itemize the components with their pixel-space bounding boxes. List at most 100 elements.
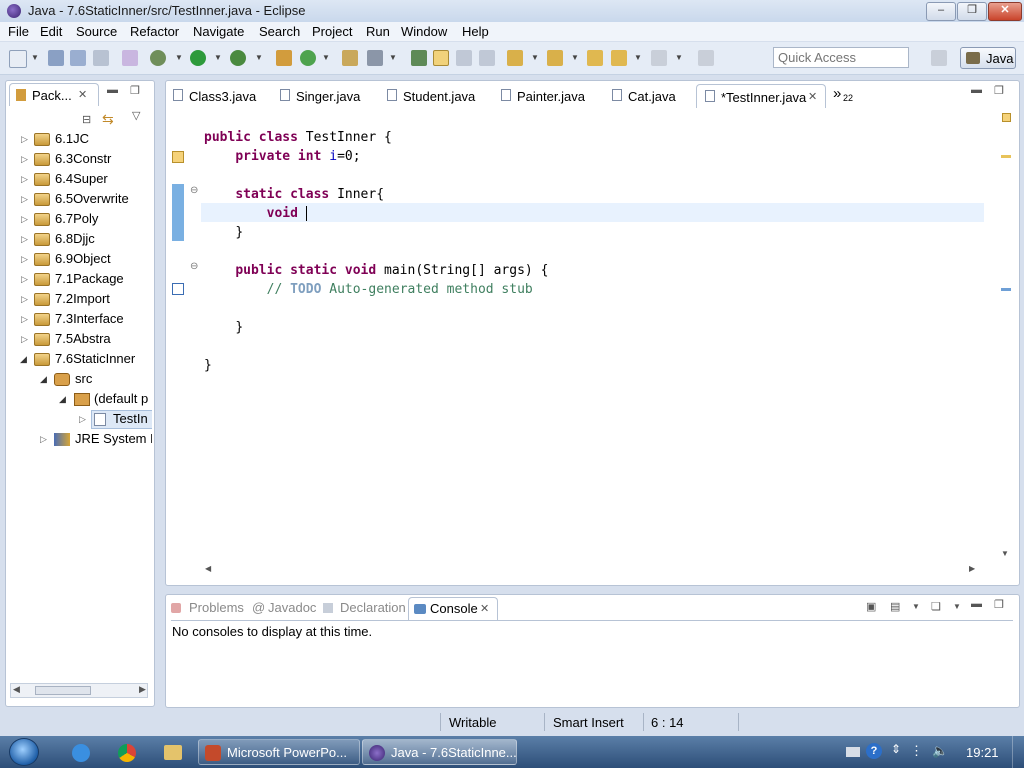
new-dropdown-icon[interactable]: ▼ bbox=[31, 53, 39, 62]
menu-search[interactable]: Search bbox=[259, 24, 300, 39]
open-type-icon[interactable] bbox=[342, 50, 358, 66]
collapse-arrow-icon[interactable]: ◢ bbox=[59, 394, 66, 405]
toggle-highlight-icon[interactable] bbox=[433, 50, 449, 66]
scroll-left-icon[interactable]: ◀ bbox=[205, 564, 211, 573]
taskbar-powerpoint-button[interactable]: Microsoft PowerPo... bbox=[198, 739, 360, 765]
tree-item-6-9object[interactable]: ▷ 6.9Object bbox=[6, 250, 152, 270]
close-icon[interactable]: ✕ bbox=[78, 88, 87, 101]
tray-arrows-icon[interactable]: ⇕ bbox=[891, 742, 901, 756]
start-button[interactable] bbox=[9, 738, 39, 766]
external-tools-icon[interactable] bbox=[230, 50, 246, 66]
warning-icon[interactable] bbox=[172, 151, 184, 163]
editor-horizontal-scrollbar[interactable]: ◀ ▶ bbox=[201, 564, 979, 577]
scroll-right-icon[interactable]: ▶ bbox=[139, 684, 146, 695]
open-console-dropdown-icon[interactable]: ▼ bbox=[912, 602, 920, 611]
block-selection-icon[interactable] bbox=[456, 50, 472, 66]
warning-summary-icon[interactable] bbox=[1002, 113, 1011, 122]
menu-run[interactable]: Run bbox=[366, 24, 390, 39]
maximize-view-icon[interactable]: ❐ bbox=[130, 84, 140, 97]
menu-file[interactable]: File bbox=[8, 24, 29, 39]
internet-explorer-icon[interactable] bbox=[72, 744, 90, 762]
minimize-button[interactable]: – bbox=[926, 2, 956, 21]
expand-arrow-icon[interactable]: ▷ bbox=[21, 254, 28, 265]
next-annotation-dropdown-icon[interactable]: ▼ bbox=[531, 53, 539, 62]
new-console-icon[interactable]: ❏ bbox=[931, 600, 941, 613]
scrollbar-thumb[interactable] bbox=[35, 686, 91, 695]
fold-icon[interactable]: ⊖ bbox=[190, 185, 198, 196]
open-perspective-icon[interactable] bbox=[931, 50, 947, 66]
expand-arrow-icon[interactable]: ▷ bbox=[21, 234, 28, 245]
package-explorer-tab[interactable]: Pack... ✕ bbox=[9, 83, 99, 106]
help-icon[interactable]: ? bbox=[866, 743, 882, 759]
tree-item-testinner-java[interactable]: ▷ TestIn bbox=[6, 410, 152, 430]
minimize-editor-icon[interactable]: ▬ bbox=[971, 84, 982, 96]
view-menu-icon[interactable]: ▽ bbox=[132, 109, 140, 122]
show-desktop-button[interactable] bbox=[1012, 736, 1024, 768]
back-icon[interactable] bbox=[611, 50, 627, 66]
tree-item-6-1jc[interactable]: ▷ 6.1JC bbox=[6, 130, 152, 150]
previous-annotation-dropdown-icon[interactable]: ▼ bbox=[571, 53, 579, 62]
link-with-editor-icon[interactable]: ⇆ bbox=[102, 111, 114, 128]
search-dropdown-icon[interactable]: ▼ bbox=[389, 53, 397, 62]
view-menu-icon[interactable]: ▼ bbox=[953, 602, 961, 611]
mark-occurrences-icon[interactable] bbox=[411, 50, 427, 66]
collapse-all-icon[interactable]: ⊟ bbox=[82, 113, 91, 126]
tree-item-6-5overwrite[interactable]: ▷ 6.5Overwrite bbox=[6, 190, 152, 210]
close-icon[interactable]: ✕ bbox=[480, 602, 489, 615]
debug-icon[interactable] bbox=[150, 50, 166, 66]
display-selected-console-icon[interactable]: ▣ bbox=[866, 600, 876, 613]
expand-arrow-icon[interactable]: ▷ bbox=[21, 134, 28, 145]
chrome-icon[interactable] bbox=[118, 744, 136, 762]
more-tabs-button[interactable]: » 22 bbox=[833, 84, 855, 107]
menu-source[interactable]: Source bbox=[76, 24, 117, 39]
tree-item-jre-system-library[interactable]: ▷ JRE System L bbox=[6, 430, 152, 450]
tab-cat-java[interactable]: Cat.java bbox=[612, 84, 692, 107]
expand-arrow-icon[interactable]: ▷ bbox=[21, 334, 28, 345]
scroll-down-icon[interactable]: ▼ bbox=[1001, 549, 1009, 558]
tree-item-7-2import[interactable]: ▷ 7.2Import bbox=[6, 290, 152, 310]
menu-edit[interactable]: Edit bbox=[40, 24, 62, 39]
tree-item-7-6staticinner[interactable]: ◢ 7.6StaticInner bbox=[6, 350, 152, 370]
tree-item-6-7poly[interactable]: ▷ 6.7Poly bbox=[6, 210, 152, 230]
scroll-left-icon[interactable]: ◀ bbox=[13, 684, 20, 695]
scroll-right-icon[interactable]: ▶ bbox=[969, 564, 975, 573]
volume-icon[interactable]: 🔈 bbox=[932, 743, 948, 759]
expand-arrow-icon[interactable]: ▷ bbox=[21, 274, 28, 285]
tab-testinner-java[interactable]: *TestInner.java ✕ bbox=[696, 84, 826, 108]
horizontal-scrollbar[interactable]: ◀ ▶ bbox=[10, 683, 148, 698]
tree-item-6-3constr[interactable]: ▷ 6.3Constr bbox=[6, 150, 152, 170]
maximize-button[interactable]: ❐ bbox=[957, 2, 987, 21]
maximize-editor-icon[interactable]: ❐ bbox=[994, 84, 1004, 97]
maximize-view-icon[interactable]: ❐ bbox=[994, 598, 1004, 611]
taskbar-eclipse-button[interactable]: Java - 7.6StaticInne... bbox=[362, 739, 517, 765]
tab-student-java[interactable]: Student.java bbox=[387, 84, 487, 107]
expand-arrow-icon[interactable]: ▷ bbox=[21, 294, 28, 305]
forward-icon[interactable] bbox=[651, 50, 667, 66]
tree-item-6-8djjc[interactable]: ▷ 6.8Djjc bbox=[6, 230, 152, 250]
expand-arrow-icon[interactable]: ▷ bbox=[21, 154, 28, 165]
collapse-arrow-icon[interactable]: ◢ bbox=[20, 354, 27, 365]
task-icon[interactable] bbox=[172, 283, 184, 295]
tab-class3-java[interactable]: Class3.java bbox=[173, 84, 283, 107]
task-marker[interactable] bbox=[1001, 288, 1011, 291]
collapse-arrow-icon[interactable]: ◢ bbox=[40, 374, 47, 385]
tree-item-6-4super[interactable]: ▷ 6.4Super bbox=[6, 170, 152, 190]
menu-navigate[interactable]: Navigate bbox=[193, 24, 244, 39]
menu-help[interactable]: Help bbox=[462, 24, 489, 39]
close-icon[interactable]: ✕ bbox=[808, 90, 817, 103]
java-perspective-button[interactable]: Java bbox=[960, 47, 1016, 69]
previous-annotation-icon[interactable] bbox=[547, 50, 563, 66]
save-icon[interactable] bbox=[48, 50, 64, 66]
tree-item-7-3interface[interactable]: ▷ 7.3Interface bbox=[6, 310, 152, 330]
menu-project[interactable]: Project bbox=[312, 24, 352, 39]
tab-painter-java[interactable]: Painter.java bbox=[501, 84, 601, 107]
last-edit-location-icon[interactable] bbox=[587, 50, 603, 66]
forward-dropdown-icon[interactable]: ▼ bbox=[675, 53, 683, 62]
external-tools-dropdown-icon[interactable]: ▼ bbox=[255, 53, 263, 62]
new-java-project-icon[interactable] bbox=[276, 50, 292, 66]
skip-breakpoints-icon[interactable] bbox=[122, 50, 138, 66]
pin-editor-icon[interactable] bbox=[698, 50, 714, 66]
network-icon[interactable]: ⋮ bbox=[910, 743, 923, 759]
tree-item-default-package[interactable]: ◢ (default p bbox=[6, 390, 152, 410]
new-class-dropdown-icon[interactable]: ▼ bbox=[322, 53, 330, 62]
